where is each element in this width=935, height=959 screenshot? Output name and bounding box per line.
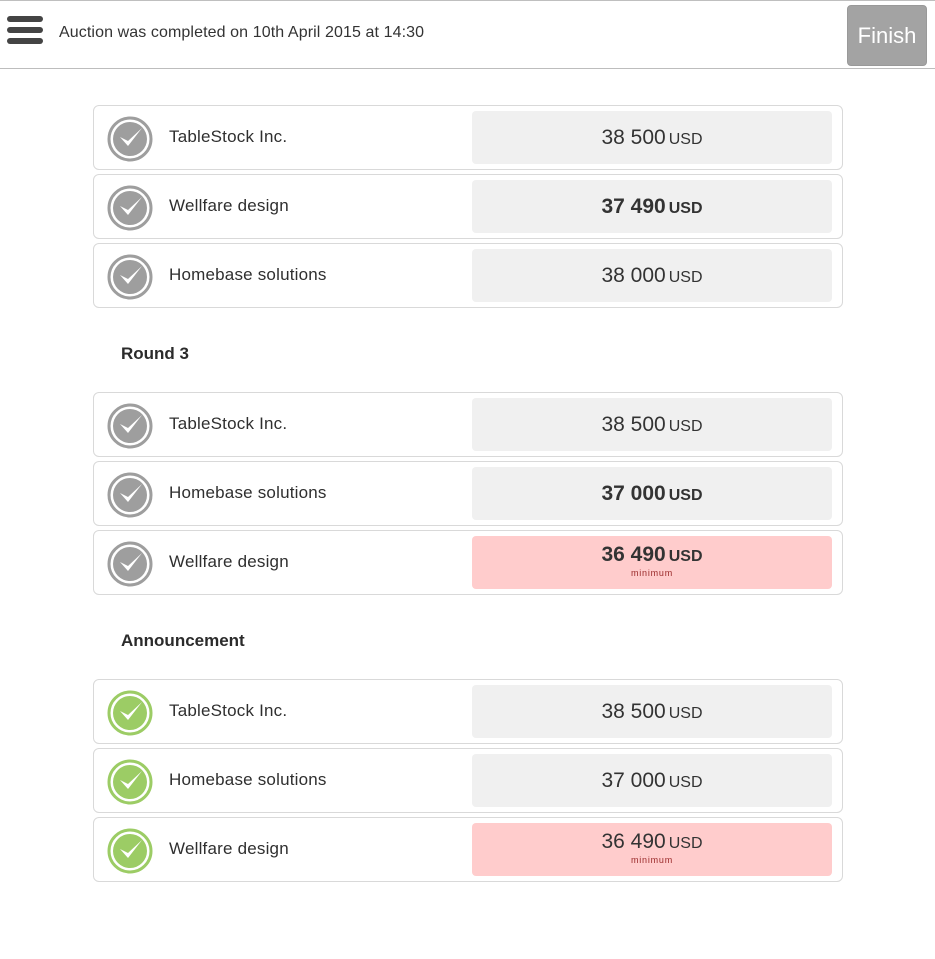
bid-row: Wellfare design 36 490 USD minimum <box>93 530 843 595</box>
bid-amount: 37 000 <box>601 482 666 505</box>
bid-amount: 38 500 <box>601 126 666 149</box>
check-grey-icon <box>107 254 153 300</box>
bid-currency: USD <box>668 774 703 791</box>
finish-button[interactable]: Finish <box>847 5 927 66</box>
bid-currency: USD <box>668 200 703 217</box>
section-title: Announcement <box>121 631 245 650</box>
bid-currency: USD <box>668 269 703 286</box>
minimum-label: minimum <box>630 568 674 578</box>
bid-row: Wellfare design 37 490 USD <box>93 174 843 239</box>
bidder-name: Wellfare design <box>169 552 289 571</box>
check-green-icon <box>107 759 153 805</box>
bid-amount-box: 38 500 USD <box>472 685 832 738</box>
check-grey-icon <box>107 472 153 518</box>
bid-amount: 38 500 <box>601 700 666 723</box>
check-green-icon <box>107 828 153 874</box>
bid-amount: 37 000 <box>601 769 666 792</box>
bid-row: TableStock Inc. 38 500 USD <box>93 392 843 457</box>
bid-row: Wellfare design 36 490 USD minimum <box>93 817 843 882</box>
check-grey-icon <box>107 541 153 587</box>
hamburger-menu-icon[interactable] <box>7 16 43 50</box>
bid-currency: USD <box>668 548 703 565</box>
bid-amount: 38 000 <box>601 264 666 287</box>
check-green-icon <box>107 690 153 736</box>
bid-amount-box: 37 000 USD <box>472 467 832 520</box>
bid-amount: 37 490 <box>601 195 666 218</box>
bid-row: Homebase solutions 38 000 USD <box>93 243 843 308</box>
bid-section: Announcement TableStock Inc. 38 500 USD Home… <box>93 595 843 882</box>
bid-row: Homebase solutions 37 000 USD <box>93 748 843 813</box>
bid-currency: USD <box>668 487 703 504</box>
bid-row: TableStock Inc. 38 500 USD <box>93 679 843 744</box>
bidder-name: Homebase solutions <box>169 265 327 284</box>
bidder-name: Wellfare design <box>169 196 289 215</box>
bid-amount-box: 38 000 USD <box>472 249 832 302</box>
bid-currency: USD <box>668 835 703 852</box>
check-grey-icon <box>107 185 153 231</box>
section-title: Round 3 <box>121 344 189 363</box>
bid-amount-box: 36 490 USD minimum <box>472 536 832 589</box>
bid-amount-box: 38 500 USD <box>472 398 832 451</box>
check-grey-icon <box>107 403 153 449</box>
bid-row: Homebase solutions 37 000 USD <box>93 461 843 526</box>
bid-amount: 36 490 <box>601 543 666 566</box>
bid-row: TableStock Inc. 38 500 USD <box>93 105 843 170</box>
bid-section: Round 3 TableStock Inc. 38 500 USD Homebase … <box>93 308 843 595</box>
bid-section: TableStock Inc. 38 500 USD Wellfare design 3… <box>93 105 843 308</box>
bid-amount-box: 37 490 USD <box>472 180 832 233</box>
bid-amount: 38 500 <box>601 413 666 436</box>
bidder-name: TableStock Inc. <box>169 414 288 433</box>
bidder-name: Wellfare design <box>169 839 289 858</box>
bid-currency: USD <box>668 131 703 148</box>
bid-amount-box: 36 490 USD minimum <box>472 823 832 876</box>
check-grey-icon <box>107 116 153 162</box>
bidder-name: TableStock Inc. <box>169 701 288 720</box>
bid-currency: USD <box>668 705 703 722</box>
bidder-name: Homebase solutions <box>169 483 327 502</box>
bidder-name: TableStock Inc. <box>169 127 288 146</box>
bid-currency: USD <box>668 418 703 435</box>
auction-status-text: Auction was completed on 10th April 2015… <box>59 24 425 41</box>
bid-amount-box: 38 500 USD <box>472 111 832 164</box>
minimum-label: minimum <box>630 855 674 865</box>
bidder-name: Homebase solutions <box>169 770 327 789</box>
bid-amount: 36 490 <box>601 830 666 853</box>
bid-amount-box: 37 000 USD <box>472 754 832 807</box>
bids-list: TableStock Inc. 38 500 USD Wellfare design 3… <box>93 105 843 882</box>
top-bar: Auction was completed on 10th April 2015… <box>0 0 935 69</box>
